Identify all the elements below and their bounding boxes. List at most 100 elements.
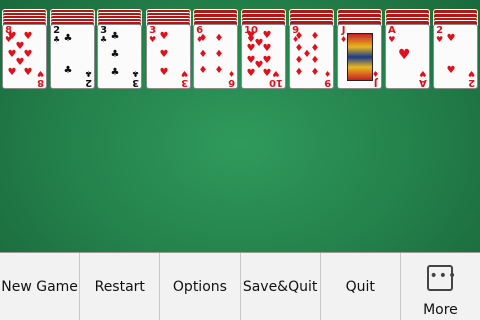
card-index-bottom: 9 ♦ [323, 69, 331, 88]
face-up-card[interactable]: 6 ♦ 6 ♦ ♦ ♦ ♦ ♦ ♦ ♦ [193, 24, 238, 89]
card-index-bottom: 3 ♣ [131, 69, 139, 88]
suit-pip-icon: ♥ [159, 67, 169, 78]
card-rank: 2 [84, 77, 92, 88]
suit-pip-icon: ♦ [198, 65, 208, 76]
suit-pip-icon: ♣ [110, 31, 120, 42]
tableau-pile-5[interactable]: 6 ♦ 6 ♦ ♦ ♦ ♦ ♦ ♦ ♦ [193, 9, 238, 89]
tableau-pile-8[interactable]: J ♦ J ♦ [337, 9, 382, 89]
suit-pip-icon: ♣ [110, 49, 120, 60]
suit-pip-icon: ♦ [310, 31, 320, 42]
face-up-card[interactable]: 2 ♣ 2 ♣ ♣ ♣ [50, 24, 95, 89]
more-button[interactable]: ••• More [401, 253, 480, 320]
card-rank: 6 [227, 77, 235, 88]
face-up-card[interactable]: 9 ♦ 9 ♦ ♦ ♦ ♦ ♦ ♦ ♦ ♦ ♦ ♦ [289, 24, 334, 89]
card-suit-icon: ♥ [388, 35, 396, 44]
card-rank: A [419, 77, 427, 88]
card-suit-icon: ♣ [53, 35, 61, 44]
suit-pip-icon: ♥ [7, 67, 17, 78]
tableau-pile-2[interactable]: 2 ♣ 2 ♣ ♣ ♣ [50, 9, 95, 89]
suit-pip-icon: ♦ [214, 65, 224, 76]
card-index-bottom: 8 ♥ [36, 69, 44, 88]
tableau-pile-9[interactable]: A ♥ A ♥ ♥ [385, 9, 430, 89]
more-icon: ••• [427, 265, 456, 291]
card-rank: 3 [131, 77, 139, 88]
card-rank: 2 [467, 77, 475, 88]
card-suit-icon: ♣ [84, 69, 92, 78]
suit-pip-icon: ♦ [214, 49, 224, 60]
suit-pip-icon: ♥ [446, 33, 456, 44]
suit-pip-icon: ♦ [310, 55, 320, 66]
tableau: 8 ♥ 8 ♥ ♥ ♥ ♥ ♥ ♥ ♥ ♥ ♥ 2 ♣ 2 ♣ ♣ ♣ 3 ♣ 3 ♣ ♣ ♣ ♣ 3 ♥ 3 ♥ ♥ ♥ ♥ 6 ♦ 6 ♦ ♦ ♦ ♦ ♦… [0, 0, 480, 252]
tableau-pile-10[interactable]: 2 ♥ 2 ♥ ♥ ♥ [433, 9, 478, 89]
suit-pip-icon: ♥ [159, 49, 169, 60]
card-index-top: 3 ♥ [149, 26, 156, 44]
save-quit-button[interactable]: Save&Quit [241, 253, 321, 320]
card-index-top: 2 ♣ [53, 26, 60, 44]
tableau-pile-3[interactable]: 3 ♣ 3 ♣ ♣ ♣ ♣ [97, 9, 142, 89]
face-up-card[interactable]: 3 ♣ 3 ♣ ♣ ♣ ♣ [97, 24, 142, 89]
face-up-card[interactable]: 8 ♥ 8 ♥ ♥ ♥ ♥ ♥ ♥ ♥ ♥ ♥ [2, 24, 47, 89]
suit-pip-icon: ♥ [23, 67, 33, 78]
suit-pip-icon: ♥ [262, 43, 272, 54]
new-game-label: New Game [1, 279, 78, 295]
card-rank: 3 [180, 77, 188, 88]
card-suit-icon: ♥ [467, 69, 475, 78]
suit-pip-icon: ♦ [198, 49, 208, 60]
suit-pip-icon: ♥ [446, 65, 456, 76]
suit-pip-icon: ♦ [214, 33, 224, 44]
card-suit-icon: ♥ [436, 35, 444, 44]
new-game-button[interactable]: New Game [0, 253, 81, 320]
card-index-bottom: 6 ♦ [227, 69, 235, 88]
suit-pip-icon: ♥ [398, 47, 411, 63]
card-index-top: 2 ♥ [436, 26, 443, 44]
quit-label: Quit [345, 279, 375, 295]
face-up-card[interactable]: 2 ♥ 2 ♥ ♥ ♥ [433, 24, 478, 89]
jack-face-art [347, 33, 373, 81]
card-index-top: 3 ♣ [100, 26, 107, 44]
restart-button[interactable]: Restart [80, 253, 161, 320]
suit-pip-icon: ♦ [198, 33, 208, 44]
card-suit-icon: ♣ [100, 35, 108, 44]
suit-pip-icon: ♦ [294, 31, 304, 42]
suit-pip-icon: ♣ [110, 67, 120, 78]
card-index-bottom: 2 ♣ [84, 69, 92, 88]
face-up-card[interactable]: 3 ♥ 3 ♥ ♥ ♥ ♥ [146, 24, 191, 89]
more-label: More [423, 302, 458, 318]
quit-button[interactable]: Quit [321, 253, 401, 320]
face-up-card[interactable]: 10 ♥ 10 ♥ ♥ ♥ ♥ ♥ ♥ ♥ ♥ ♥ ♥ ♥ [241, 24, 286, 89]
options-button[interactable]: Options [160, 253, 241, 320]
suit-pip-icon: ♥ [246, 68, 256, 79]
card-suit-icon: ♦ [323, 69, 331, 78]
card-suit-icon: ♥ [419, 69, 427, 78]
card-rank: 8 [36, 77, 44, 88]
card-suit-icon: ♣ [131, 69, 139, 78]
card-suit-icon: ♥ [36, 69, 44, 78]
card-index-bottom: 2 ♥ [467, 69, 475, 88]
card-index-top: A ♥ [388, 26, 396, 44]
options-menu: New Game Restart Options Save&Quit Quit … [0, 252, 480, 320]
card-suit-icon: ♥ [149, 35, 157, 44]
tableau-pile-1[interactable]: 8 ♥ 8 ♥ ♥ ♥ ♥ ♥ ♥ ♥ ♥ ♥ [2, 9, 47, 89]
suit-pip-icon: ♥ [262, 68, 272, 79]
card-rank: J [373, 77, 378, 88]
card-suit-icon: ♥ [180, 69, 188, 78]
restart-label: Restart [94, 279, 145, 295]
save-quit-label: Save&Quit [242, 279, 318, 295]
face-up-card[interactable]: A ♥ A ♥ ♥ [385, 24, 430, 89]
suit-pip-icon: ♣ [63, 33, 73, 44]
options-label: Options [172, 279, 227, 295]
tableau-pile-4[interactable]: 3 ♥ 3 ♥ ♥ ♥ ♥ [146, 9, 191, 89]
suit-pip-icon: ♥ [246, 43, 256, 54]
suit-pip-icon: ♦ [294, 67, 304, 78]
suit-pip-icon: ♥ [23, 31, 33, 42]
card-index-bottom: 3 ♥ [180, 69, 188, 88]
suit-pip-icon: ♦ [310, 67, 320, 78]
suit-pip-icon: ♣ [63, 65, 73, 76]
tableau-pile-6[interactable]: 10 ♥ 10 ♥ ♥ ♥ ♥ ♥ ♥ ♥ ♥ ♥ ♥ ♥ [241, 9, 286, 89]
tableau-pile-7[interactable]: 9 ♦ 9 ♦ ♦ ♦ ♦ ♦ ♦ ♦ ♦ ♦ ♦ [289, 9, 334, 89]
card-rank: 9 [323, 77, 331, 88]
face-up-card[interactable]: J ♦ J ♦ [337, 24, 382, 89]
card-suit-icon: ♦ [227, 69, 235, 78]
suit-pip-icon: ♥ [159, 31, 169, 42]
suit-pip-icon: ♦ [294, 55, 304, 66]
